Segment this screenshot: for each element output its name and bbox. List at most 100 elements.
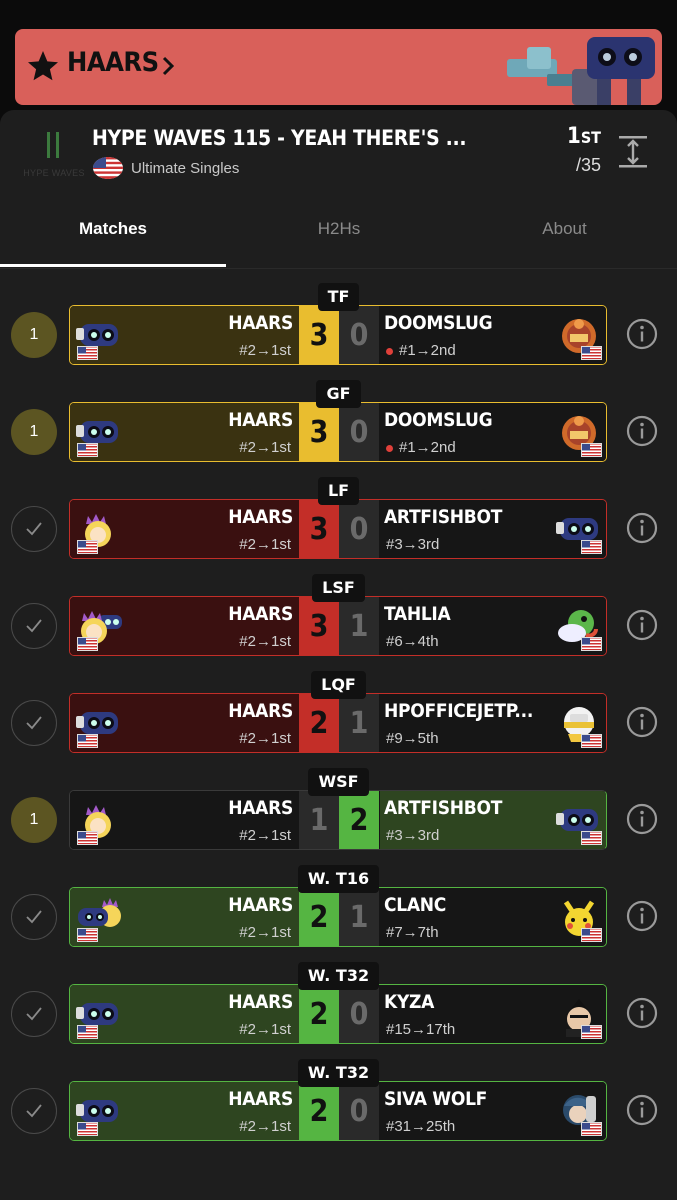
us-flag-icon xyxy=(581,637,602,651)
star-icon[interactable] xyxy=(25,48,61,84)
us-flag-icon xyxy=(77,540,98,554)
player2-seed: #3→3rd xyxy=(386,827,439,844)
player1-side[interactable]: HAARS #2→1st xyxy=(70,500,299,558)
player2-seed: #9→5th xyxy=(386,730,439,747)
match-row[interactable]: W. T16 HAARS #2→1st 2 1 CLANC #7→7th xyxy=(0,865,677,964)
tab-h2hs[interactable]: H2Hs xyxy=(226,210,452,268)
active-tab-indicator xyxy=(0,264,226,267)
match-card[interactable]: HAARS #2→1st 3 0 DOOMSLUG #1→2nd xyxy=(69,402,607,462)
match-card[interactable]: HAARS #2→1st 2 1 CLANC #7→7th xyxy=(69,887,607,947)
tournament-logo: HYPE WAVES xyxy=(20,128,88,184)
player2-score: 0 xyxy=(339,500,379,558)
player-name[interactable]: HAARS xyxy=(67,47,159,78)
match-row[interactable]: 1 WSF HAARS #2→1st 1 2 ARTFISHBOT #3→3rd xyxy=(0,768,677,867)
player1-side[interactable]: HAARS #2→1st xyxy=(70,597,299,655)
match-row[interactable]: W. T32 HAARS #2→1st 2 0 KYZA #15→17th xyxy=(0,962,677,1061)
round-label: W. T16 xyxy=(297,865,380,893)
match-card[interactable]: HAARS #2→1st 1 2 ARTFISHBOT #3→3rd xyxy=(69,790,607,850)
info-icon[interactable] xyxy=(626,803,658,835)
player2-side[interactable]: ARTFISHBOT #3→3rd xyxy=(380,500,606,558)
player2-name: ARTFISHBOT xyxy=(384,506,503,528)
player2-side[interactable]: DOOMSLUG #1→2nd xyxy=(380,403,606,461)
info-icon[interactable] xyxy=(626,997,658,1029)
player1-seed: #2→1st xyxy=(239,439,291,456)
player1-score: 3 xyxy=(299,597,339,655)
player2-seed: #1→2nd xyxy=(386,439,456,456)
round-label: LF xyxy=(317,477,360,505)
round-label-wrap: WSF xyxy=(0,768,677,796)
us-flag-icon xyxy=(77,346,98,360)
player2-side[interactable]: HPOFFICEJETP... #9→5th xyxy=(380,694,606,752)
info-icon[interactable] xyxy=(626,512,658,544)
info-icon[interactable] xyxy=(626,1094,658,1126)
player1-name: HAARS xyxy=(228,991,293,1013)
us-flag-icon xyxy=(77,1025,98,1039)
player2-seed: #6→4th xyxy=(386,633,439,650)
info-icon[interactable] xyxy=(626,706,658,738)
match-list: 1 TF HAARS #2→1st 3 0 DOOMSLUG #1→2nd 1 GF HAARS #2… xyxy=(0,283,677,1158)
player1-seed: #2→1st xyxy=(239,924,291,941)
chevron-right-icon[interactable] xyxy=(161,55,175,77)
player2-score: 1 xyxy=(339,597,379,655)
player2-side[interactable]: ARTFISHBOT #3→3rd xyxy=(380,791,606,849)
player1-side[interactable]: HAARS #2→1st xyxy=(70,888,299,946)
match-card[interactable]: HAARS #2→1st 3 0 ARTFISHBOT #3→3rd xyxy=(69,499,607,559)
tab-about[interactable]: About xyxy=(452,210,677,268)
match-card[interactable]: HAARS #2→1st 2 1 HPOFFICEJETP... #9→5th xyxy=(69,693,607,753)
us-flag-icon xyxy=(581,928,602,942)
us-flag-icon xyxy=(77,831,98,845)
match-card[interactable]: HAARS #2→1st 2 0 SIVA WOLF #31→25th xyxy=(69,1081,607,1141)
info-icon[interactable] xyxy=(626,415,658,447)
expand-icon[interactable] xyxy=(619,134,647,170)
info-icon[interactable] xyxy=(626,318,658,350)
completed-check-icon xyxy=(11,991,57,1037)
player1-side[interactable]: HAARS #2→1st xyxy=(70,985,299,1043)
completed-check-icon xyxy=(11,700,57,746)
placing-number: 1 xyxy=(567,124,581,149)
player1-side[interactable]: HAARS #2→1st xyxy=(70,403,299,461)
info-icon[interactable] xyxy=(626,609,658,641)
info-icon[interactable] xyxy=(626,900,658,932)
rob-character-art xyxy=(507,37,655,105)
player2-side[interactable]: DOOMSLUG #1→2nd xyxy=(380,306,606,364)
match-card[interactable]: HAARS #2→1st 3 1 TAHLIA #6→4th xyxy=(69,596,607,656)
player1-side[interactable]: HAARS #2→1st xyxy=(70,306,299,364)
match-status-badge: 1 xyxy=(11,797,57,843)
live-dot-icon xyxy=(386,444,393,452)
match-row[interactable]: 1 GF HAARS #2→1st 3 0 DOOMSLUG #1→2nd xyxy=(0,380,677,479)
player1-name: HAARS xyxy=(228,1088,293,1110)
match-row[interactable]: W. T32 HAARS #2→1st 2 0 SIVA WOLF #31→25th xyxy=(0,1059,677,1158)
player2-seed-text: #3→3rd xyxy=(386,827,440,844)
tab-matches[interactable]: Matches xyxy=(0,210,226,268)
player1-side[interactable]: HAARS #2→1st xyxy=(70,694,299,752)
us-flag-icon xyxy=(581,346,602,360)
match-card[interactable]: HAARS #2→1st 3 0 DOOMSLUG #1→2nd xyxy=(69,305,607,365)
match-row[interactable]: LSF HAARS #2→1st 3 1 TAHLIA #6→4th xyxy=(0,574,677,673)
player2-score: 0 xyxy=(339,1082,379,1140)
player1-side[interactable]: HAARS #2→1st xyxy=(70,1082,299,1140)
match-row[interactable]: LQF HAARS #2→1st 2 1 HPOFFICEJETP... #9→5th xyxy=(0,671,677,770)
player2-seed-text: #7→7th xyxy=(386,924,439,941)
player2-seed: #7→7th xyxy=(386,924,439,941)
player1-name: HAARS xyxy=(228,409,293,431)
player2-side[interactable]: TAHLIA #6→4th xyxy=(380,597,606,655)
player2-score: 1 xyxy=(339,694,379,752)
player2-name: TAHLIA xyxy=(384,603,451,625)
player-banner[interactable]: HAARS xyxy=(15,29,662,105)
player2-side[interactable]: SIVA WOLF #31→25th xyxy=(380,1082,606,1140)
player1-name: HAARS xyxy=(228,603,293,625)
match-row[interactable]: 1 TF HAARS #2→1st 3 0 DOOMSLUG #1→2nd xyxy=(0,283,677,382)
player2-side[interactable]: KYZA #15→17th xyxy=(380,985,606,1043)
player2-score: 2 xyxy=(339,791,379,849)
live-dot-icon xyxy=(386,347,393,355)
us-flag-icon xyxy=(581,734,602,748)
player1-side[interactable]: HAARS #2→1st xyxy=(70,791,299,849)
player2-seed: #31→25th xyxy=(386,1118,455,1135)
player1-name: HAARS xyxy=(228,894,293,916)
match-card[interactable]: HAARS #2→1st 2 0 KYZA #15→17th xyxy=(69,984,607,1044)
tournament-title[interactable]: HYPE WAVES 115 - YEAH THERE'S ... xyxy=(92,126,467,150)
completed-check-icon xyxy=(11,1088,57,1134)
us-flag-icon xyxy=(581,540,602,554)
player2-side[interactable]: CLANC #7→7th xyxy=(380,888,606,946)
match-row[interactable]: LF HAARS #2→1st 3 0 ARTFISHBOT #3→3rd xyxy=(0,477,677,576)
